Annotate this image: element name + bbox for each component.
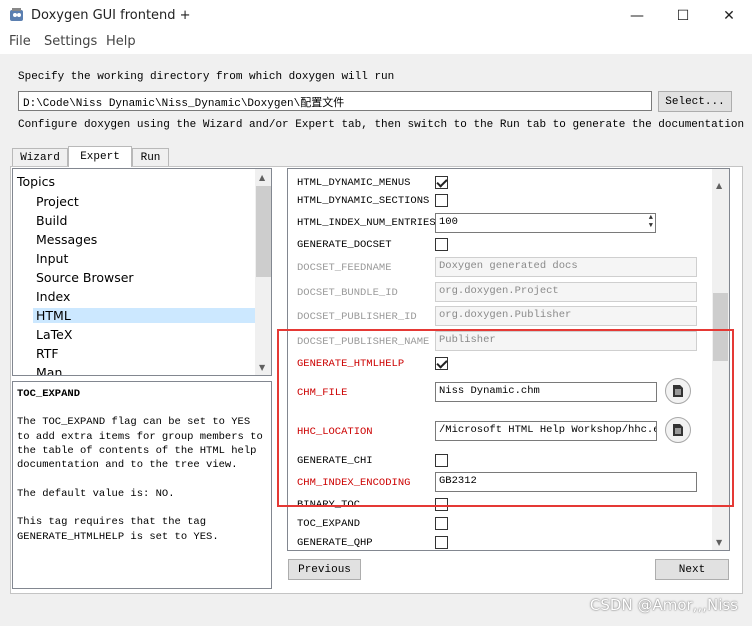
input-docset-publisher-id[interactable]: org.doxygen.Publisher bbox=[435, 306, 697, 326]
topic-source-browser[interactable]: Source Browser bbox=[36, 270, 134, 285]
label-generate-qhp: GENERATE_QHP bbox=[297, 537, 373, 549]
tab-wizard[interactable]: Wizard bbox=[12, 148, 68, 166]
scroll-down-icon[interactable]: ▼ bbox=[716, 538, 722, 547]
topics-scrollbar[interactable]: ▲ ▼ bbox=[255, 169, 271, 375]
help-panel: TOC_EXPAND The TOC_EXPAND flag can be set… bbox=[12, 381, 272, 589]
checkbox-html-dynamic-sections[interactable] bbox=[435, 194, 448, 207]
label-html-dynamic-menus: HTML_DYNAMIC_MENUS bbox=[297, 177, 411, 189]
topic-rtf[interactable]: RTF bbox=[36, 346, 59, 361]
label-html-index-num-entries: HTML_INDEX_NUM_ENTRIES bbox=[297, 217, 436, 229]
label-toc-expand: TOC_EXPAND bbox=[297, 518, 361, 530]
next-button[interactable]: Next bbox=[655, 559, 729, 580]
scroll-up-icon[interactable]: ▲ bbox=[716, 181, 722, 190]
menu-settings[interactable]: Settings bbox=[44, 34, 97, 49]
topic-man[interactable]: Man bbox=[36, 365, 62, 375]
highlight-box bbox=[277, 329, 734, 507]
watermark: CSDN @Amor,,,Niss bbox=[589, 596, 738, 614]
spinbox-value: 100 bbox=[439, 216, 458, 228]
topics-scroll-thumb[interactable] bbox=[256, 186, 271, 277]
topic-html[interactable]: HTML bbox=[33, 308, 255, 323]
checkbox-generate-qhp[interactable] bbox=[435, 536, 448, 549]
configure-hint: Configure doxygen using the Wizard and/o… bbox=[18, 119, 745, 131]
scroll-down-icon[interactable]: ▼ bbox=[259, 363, 265, 372]
label-docset-publisher-id: DOCSET_PUBLISHER_ID bbox=[297, 311, 417, 323]
label-docset-feedname: DOCSET_FEEDNAME bbox=[297, 262, 392, 274]
input-docset-bundle-id[interactable]: org.doxygen.Project bbox=[435, 282, 697, 302]
menu-help[interactable]: Help bbox=[106, 34, 136, 49]
minimize-button[interactable]: — bbox=[614, 0, 660, 32]
checkbox-html-dynamic-menus[interactable] bbox=[435, 176, 448, 189]
menu-file[interactable]: File bbox=[9, 34, 31, 49]
topic-input[interactable]: Input bbox=[36, 251, 68, 266]
input-docset-feedname[interactable]: Doxygen generated docs bbox=[435, 257, 697, 277]
topics-header: Topics bbox=[17, 174, 55, 189]
tab-run[interactable]: Run bbox=[132, 148, 169, 166]
previous-button[interactable]: Previous bbox=[288, 559, 361, 580]
topic-latex[interactable]: LaTeX bbox=[36, 327, 72, 342]
checkbox-generate-docset[interactable] bbox=[435, 238, 448, 251]
close-button[interactable]: ✕ bbox=[706, 0, 752, 32]
help-title: TOC_EXPAND bbox=[17, 388, 81, 400]
select-dir-button[interactable]: Select... bbox=[658, 91, 732, 112]
help-body: The TOC_EXPAND flag can be set to YES to… bbox=[17, 416, 263, 543]
doxygen-app-icon bbox=[10, 8, 23, 21]
checkbox-toc-expand[interactable] bbox=[435, 517, 448, 530]
tab-expert[interactable]: Expert bbox=[68, 146, 132, 167]
label-docset-bundle-id: DOCSET_BUNDLE_ID bbox=[297, 287, 398, 299]
topic-index[interactable]: Index bbox=[36, 289, 70, 304]
label-generate-docset: GENERATE_DOCSET bbox=[297, 239, 392, 251]
spinbox-html-index-num-entries[interactable]: 100 ▲ ▼ bbox=[435, 213, 656, 233]
topics-tree[interactable]: Topics Project Build Messages Input Sour… bbox=[12, 168, 272, 376]
maximize-button[interactable]: ☐ bbox=[660, 0, 706, 32]
topic-project[interactable]: Project bbox=[36, 194, 79, 209]
workdir-label: Specify the working directory from which… bbox=[18, 71, 395, 83]
topic-build[interactable]: Build bbox=[36, 213, 67, 228]
label-html-dynamic-sections: HTML_DYNAMIC_SECTIONS bbox=[297, 195, 430, 207]
window-title: Doxygen GUI frontend + bbox=[31, 8, 191, 23]
spin-arrows-icon[interactable]: ▲ ▼ bbox=[649, 214, 653, 230]
scroll-up-icon[interactable]: ▲ bbox=[259, 173, 265, 182]
topic-messages[interactable]: Messages bbox=[36, 232, 97, 247]
workdir-input[interactable]: D:\Code\Niss Dynamic\Niss_Dynamic\Doxyge… bbox=[18, 91, 652, 111]
